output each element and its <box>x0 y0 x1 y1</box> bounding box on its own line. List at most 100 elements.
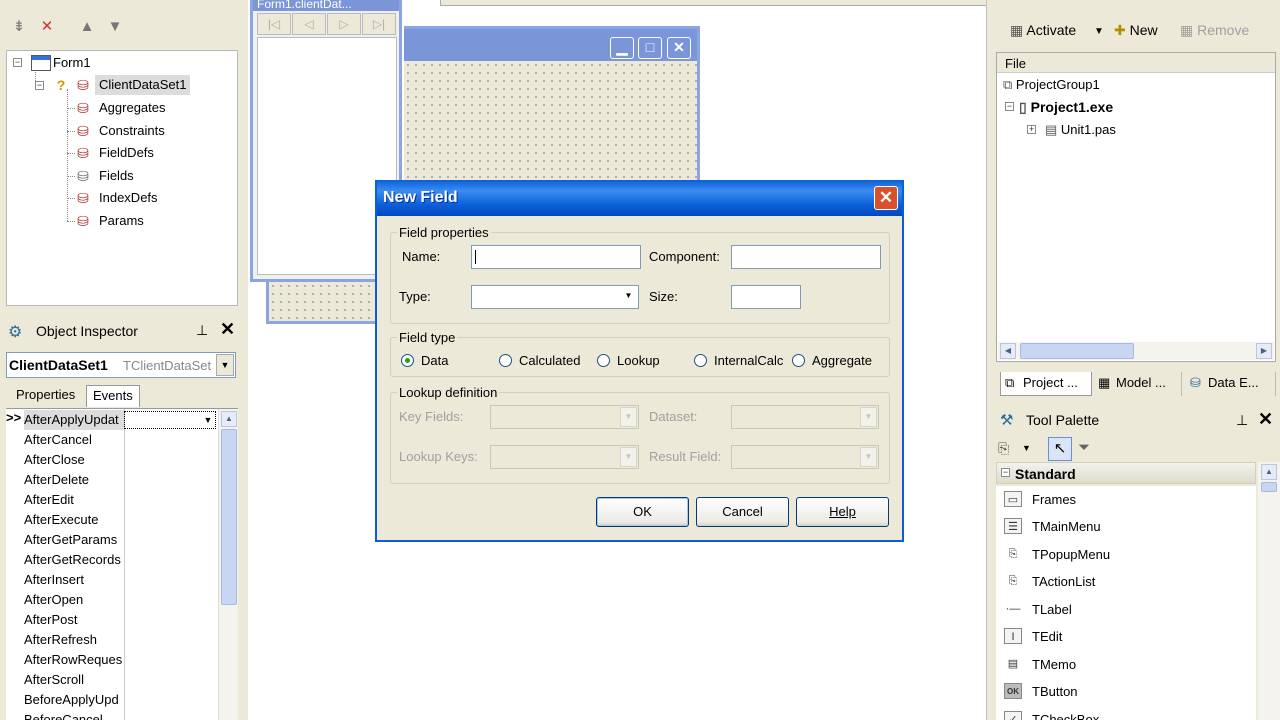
events-scrollbar[interactable]: ▲ <box>218 409 238 720</box>
close-icon[interactable]: ✕ <box>874 186 898 210</box>
scroll-left-icon[interactable]: ◀ <box>1000 343 1016 359</box>
event-row[interactable]: AfterRowReques <box>24 650 124 670</box>
event-row[interactable]: AfterClose <box>24 450 124 470</box>
tab-model[interactable]: ▦ Model ... <box>1094 372 1182 396</box>
event-row[interactable]: AfterEdit <box>24 490 124 510</box>
scroll-thumb[interactable] <box>1020 343 1134 359</box>
event-row[interactable]: BeforeApplyUpd <box>24 690 124 710</box>
scroll-up-icon[interactable]: ▲ <box>1261 464 1277 480</box>
cancel-button[interactable]: Cancel <box>696 497 789 527</box>
collapse-icon[interactable]: − <box>35 81 44 90</box>
move-down-icon[interactable]: ▼ <box>104 16 126 38</box>
event-row[interactable]: AfterPost <box>24 610 124 630</box>
close-icon[interactable]: ✕ <box>220 319 235 340</box>
minimize-icon[interactable]: ▁ <box>610 37 634 59</box>
ok-button[interactable]: OK <box>596 497 689 527</box>
event-row[interactable]: AfterRefresh <box>24 630 124 650</box>
component-field[interactable] <box>731 245 881 269</box>
scroll-thumb[interactable] <box>1261 482 1277 492</box>
collapse-icon[interactable]: − <box>1005 102 1014 111</box>
scroll-up-icon[interactable]: ▲ <box>221 411 237 427</box>
name-field[interactable] <box>471 245 641 269</box>
pin-icon[interactable]: ⊥ <box>1236 412 1248 429</box>
tab-project[interactable]: ⧉ Project ... <box>1000 372 1092 396</box>
radio-internalcalc[interactable] <box>694 354 707 367</box>
collapse-icon[interactable]: − <box>13 58 22 67</box>
key-fields-select[interactable]: ▼ <box>490 405 639 429</box>
palette-item-tpopupmenu[interactable]: ⎘ TPopupMenu <box>996 541 1256 568</box>
add-icon[interactable]: ⇟ <box>8 16 30 38</box>
tree-item-unit1[interactable]: ▤ Unit1.pas <box>1045 122 1116 138</box>
event-row[interactable]: AfterDelete <box>24 470 124 490</box>
event-row[interactable]: AfterGetParams <box>24 530 124 550</box>
event-row[interactable]: AfterScroll <box>24 670 124 690</box>
help-button[interactable]: Help <box>796 497 889 527</box>
event-row[interactable]: AfterExecute <box>24 510 124 530</box>
structure-tree[interactable]: − − Form1 ? ⛁ ClientDataSet1 ⛁ Aggregate… <box>6 50 238 306</box>
tree-item-project1[interactable]: ▯ Project1.exe <box>1019 99 1113 116</box>
category-header-standard[interactable]: − Standard <box>996 462 1256 484</box>
maximize-icon[interactable]: □ <box>638 37 662 59</box>
form1-window[interactable]: ▁ □ ✕ <box>404 26 700 201</box>
event-row[interactable]: AfterCancel <box>24 430 124 450</box>
pin-icon[interactable]: ⊥ <box>196 322 208 339</box>
dataset-select[interactable]: ▼ <box>731 405 879 429</box>
first-record-icon[interactable]: |◁ <box>257 13 291 35</box>
close-icon[interactable]: ✕ <box>667 37 691 59</box>
size-field[interactable] <box>731 285 801 309</box>
scroll-right-icon[interactable]: ▶ <box>1256 343 1272 359</box>
lookup-keys-select[interactable]: ▼ <box>490 445 639 469</box>
scroll-thumb[interactable] <box>221 429 237 605</box>
close-icon[interactable]: ✕ <box>1258 409 1273 430</box>
collapse-icon[interactable]: − <box>1001 468 1010 477</box>
delete-icon[interactable]: ✕ <box>36 16 58 38</box>
tool-palette-scrollbar[interactable]: ▲ <box>1258 462 1280 720</box>
palette-item-tcheckbox[interactable]: ✓ TCheckBox <box>996 706 1256 720</box>
palette-item-tmemo[interactable]: ▤ TMemo <box>996 651 1256 678</box>
project-tree[interactable]: File ⧉ ProjectGroup1 − ▯ Project1.exe + … <box>996 52 1276 362</box>
tab-events[interactable]: Events <box>86 385 140 407</box>
type-select[interactable]: ▼ <box>471 285 639 309</box>
pointer-icon[interactable]: ↖ <box>1048 437 1072 461</box>
radio-calculated[interactable] <box>499 354 512 367</box>
remove-button[interactable]: ▦ Remove <box>1180 22 1249 39</box>
palette-item-tedit[interactable]: I TEdit <box>996 623 1256 650</box>
move-up-icon[interactable]: ▲ <box>76 16 98 38</box>
events-grid[interactable]: >> ▼ AfterApplyUpdat AfterCancel AfterCl… <box>6 408 238 720</box>
expand-icon[interactable]: + <box>1027 125 1036 134</box>
event-row[interactable]: AfterApplyUpdat <box>24 410 124 430</box>
palette-item-frames[interactable]: ▭ Frames <box>996 486 1256 513</box>
radio-lookup[interactable] <box>597 354 610 367</box>
filter-icon[interactable]: ⏷ <box>1078 439 1090 456</box>
chevron-down-icon[interactable]: ▼ <box>620 287 637 307</box>
tab-properties[interactable]: Properties <box>10 385 81 407</box>
component-selector[interactable]: ClientDataSet1 TClientDataSet ▼ <box>6 352 236 378</box>
chevron-down-icon[interactable]: ▼ <box>1094 26 1104 37</box>
chevron-down-icon[interactable]: ▼ <box>201 412 215 428</box>
palette-item-tactionlist[interactable]: ⎘ TActionList <box>996 568 1256 595</box>
categories-icon[interactable]: ⎘ <box>998 440 1009 457</box>
event-handler-editor[interactable]: ▼ <box>124 411 216 429</box>
prior-record-icon[interactable]: ◁ <box>292 13 326 35</box>
event-row[interactable]: BeforeCancel <box>24 710 124 720</box>
event-row[interactable]: AfterGetRecords <box>24 550 124 570</box>
chevron-down-icon[interactable]: ▼ <box>1022 443 1031 453</box>
event-row[interactable]: AfterInsert <box>24 570 124 590</box>
splitter[interactable] <box>986 0 996 720</box>
palette-item-tmainmenu[interactable]: ☰ TMainMenu <box>996 513 1256 540</box>
last-record-icon[interactable]: ▷| <box>362 13 396 35</box>
palette-item-tbutton[interactable]: OK TButton <box>996 678 1256 705</box>
palette-item-tlabel[interactable]: ·— TLabel <box>996 596 1256 623</box>
radio-data[interactable] <box>401 354 414 367</box>
result-field-select[interactable]: ▼ <box>731 445 879 469</box>
chevron-down-icon[interactable]: ▼ <box>216 354 234 376</box>
next-record-icon[interactable]: ▷ <box>327 13 361 35</box>
file-column-header[interactable]: File <box>997 53 1275 73</box>
activate-button[interactable]: ▦ Activate <box>1010 22 1076 39</box>
radio-aggregate[interactable] <box>792 354 805 367</box>
event-row[interactable]: AfterOpen <box>24 590 124 610</box>
tree-item-projectgroup[interactable]: ⧉ ProjectGroup1 <box>1003 77 1100 93</box>
tab-data-explorer[interactable]: ⛁ Data E... <box>1186 372 1276 396</box>
project-tree-hscroll[interactable]: ◀ ▶ <box>998 342 1274 360</box>
new-button[interactable]: ✚ New <box>1114 22 1158 39</box>
